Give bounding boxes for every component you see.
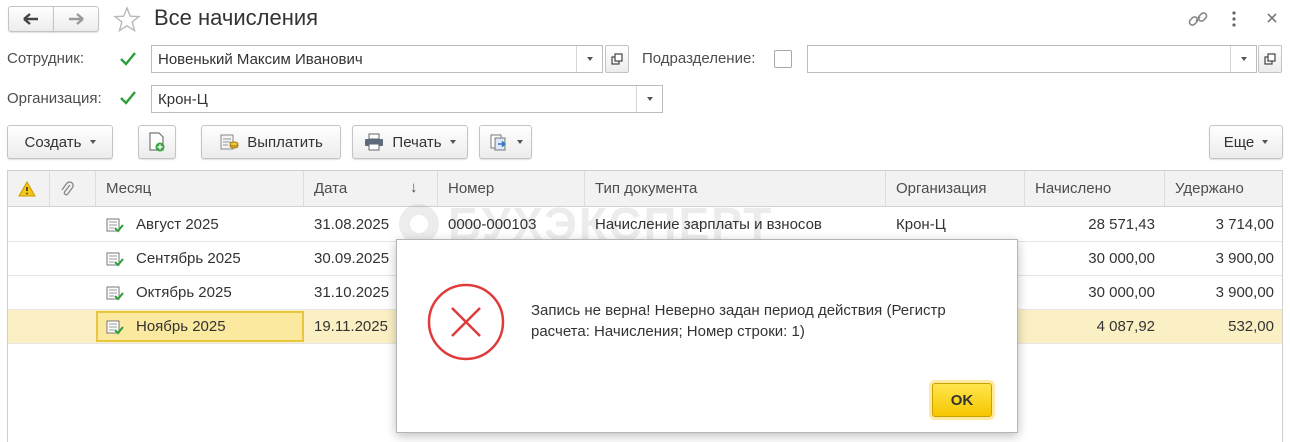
pay-button[interactable]: Выплатить	[201, 125, 341, 159]
column-attachment[interactable]	[50, 171, 96, 206]
employee-label: Сотрудник:	[7, 50, 85, 67]
posted-document-icon	[106, 320, 124, 334]
more-button[interactable]: Еще	[1209, 125, 1283, 159]
department-checkbox[interactable]	[774, 50, 792, 68]
printer-icon	[365, 133, 384, 151]
print-label: Печать	[392, 133, 442, 151]
department-label: Подразделение:	[642, 50, 756, 67]
chevron-down-icon	[586, 57, 593, 61]
back-button[interactable]	[8, 6, 54, 32]
employee-open-button[interactable]	[605, 45, 629, 73]
table-row[interactable]: Август 2025 31.08.2025 0000-000103 Начислен…	[8, 208, 1282, 242]
cell-accrued[interactable]: 28 571,43	[1025, 208, 1165, 241]
forward-button[interactable]	[53, 6, 99, 32]
close-icon[interactable]	[1266, 12, 1278, 24]
error-dialog: Запись не верна! Неверно задан период де…	[396, 239, 1018, 433]
column-month[interactable]: Месяц	[96, 171, 304, 206]
arrow-left-icon	[23, 13, 38, 25]
error-cross-icon	[427, 283, 505, 361]
related-documents-button[interactable]	[479, 125, 532, 159]
sort-arrow-icon: ↓	[410, 179, 418, 196]
paperclip-icon	[61, 180, 74, 195]
posted-document-icon	[106, 286, 124, 300]
cell-withheld[interactable]: 3 714,00	[1165, 208, 1284, 241]
cell-withheld[interactable]: 3 900,00	[1165, 242, 1284, 275]
cell-withheld[interactable]: 3 900,00	[1165, 276, 1284, 309]
cell-month-label: Октябрь 2025	[136, 284, 232, 301]
cell-month[interactable]: Ноябрь 2025	[96, 311, 304, 342]
employee-value: Новенький Максим Иванович	[158, 50, 363, 68]
new-document-icon	[149, 132, 165, 152]
cell-withheld[interactable]: 532,00	[1165, 310, 1284, 343]
organization-field[interactable]: Крон-Ц	[151, 85, 663, 113]
vertical-dots-icon[interactable]	[1230, 9, 1238, 29]
cell-attachment	[50, 242, 96, 275]
chevron-down-icon	[1240, 57, 1247, 61]
warning-icon	[18, 180, 36, 196]
print-button[interactable]: Печать	[352, 125, 468, 159]
organization-label: Организация:	[7, 90, 102, 107]
column-accrued[interactable]: Начислено	[1025, 171, 1165, 206]
add-file-button[interactable]	[138, 125, 176, 159]
column-organization[interactable]: Организация	[886, 171, 1025, 206]
employee-dropdown-button[interactable]	[576, 46, 602, 72]
cell-accrued[interactable]: 30 000,00	[1025, 242, 1165, 275]
cell-warning	[8, 242, 50, 275]
create-label: Создать	[24, 133, 82, 151]
pay-label: Выплатить	[247, 133, 323, 151]
cell-attachment	[50, 276, 96, 309]
cell-warning	[8, 276, 50, 309]
link-icon[interactable]	[1187, 9, 1209, 29]
cell-doc-type[interactable]: Начисление зарплаты и взносов	[585, 208, 886, 241]
cell-number[interactable]: 0000-000103	[438, 208, 585, 241]
chevron-down-icon	[449, 140, 456, 144]
cell-date[interactable]: 31.08.2025	[304, 208, 438, 241]
cell-organization[interactable]: Крон-Ц	[886, 208, 1025, 241]
open-window-icon	[611, 53, 623, 65]
arrow-right-icon	[69, 13, 84, 25]
payment-icon	[220, 134, 239, 150]
star-icon[interactable]	[113, 6, 141, 33]
error-message: Запись не верна! Неверно задан период де…	[531, 302, 946, 340]
department-dropdown-button[interactable]	[1230, 46, 1256, 72]
more-label: Еще	[1223, 133, 1255, 151]
posted-document-icon	[106, 218, 124, 232]
column-withheld[interactable]: Удержано	[1165, 171, 1284, 206]
cell-month[interactable]: Сентябрь 2025	[96, 242, 304, 275]
checkmark-icon	[120, 52, 136, 66]
organization-dropdown-button[interactable]	[636, 86, 662, 112]
cell-month-label: Август 2025	[136, 216, 219, 233]
cell-attachment	[50, 208, 96, 241]
column-warning[interactable]	[8, 171, 50, 206]
chevron-down-icon	[1262, 140, 1269, 144]
department-open-button[interactable]	[1258, 45, 1282, 73]
cell-warning	[8, 310, 50, 343]
organization-checkbox[interactable]	[119, 89, 137, 107]
cell-accrued[interactable]: 4 087,92	[1025, 310, 1165, 343]
page-title: Все начисления	[154, 5, 319, 30]
open-window-icon	[1264, 53, 1276, 65]
column-date-label: Дата	[314, 180, 348, 197]
organization-value: Крон-Ц	[158, 90, 208, 108]
ok-button[interactable]: OK	[932, 383, 992, 417]
chevron-down-icon	[89, 140, 96, 144]
chevron-down-icon	[646, 97, 653, 101]
structure-icon	[490, 134, 506, 151]
posted-document-icon	[106, 252, 124, 266]
cell-month[interactable]: Август 2025	[96, 208, 304, 241]
cell-month[interactable]: Октябрь 2025	[96, 276, 304, 309]
department-field[interactable]	[807, 45, 1257, 73]
cell-month-label: Ноябрь 2025	[136, 318, 226, 335]
cell-attachment	[50, 310, 96, 343]
employee-checkbox[interactable]	[119, 50, 137, 68]
cell-warning	[8, 208, 50, 241]
checkmark-icon	[120, 91, 136, 105]
cell-month-label: Сентябрь 2025	[136, 250, 241, 267]
employee-field[interactable]: Новенький Максим Иванович	[151, 45, 603, 73]
chevron-down-icon	[516, 140, 523, 144]
cell-accrued[interactable]: 30 000,00	[1025, 276, 1165, 309]
create-button[interactable]: Создать	[7, 125, 113, 159]
